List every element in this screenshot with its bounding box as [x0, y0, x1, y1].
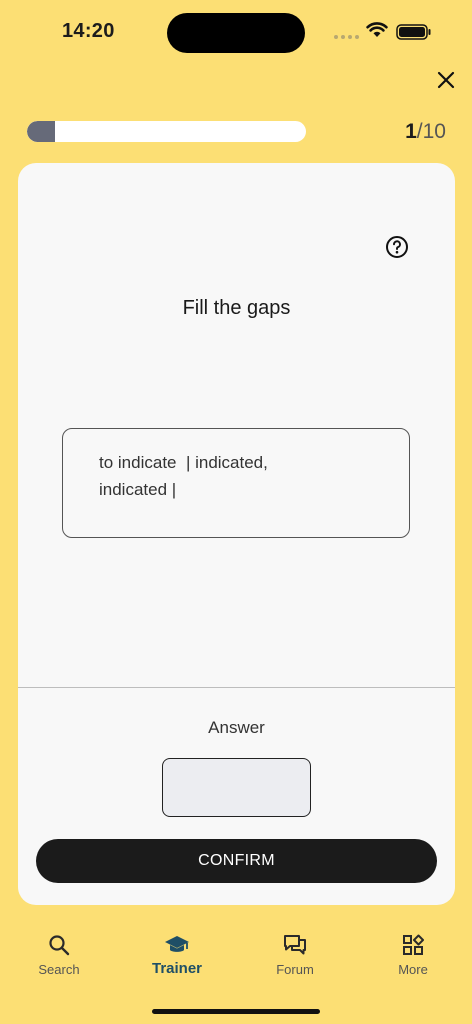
exercise-card: Fill the gaps to indicate | indicated, i…	[18, 163, 455, 905]
help-button[interactable]	[385, 235, 409, 259]
progress-counter: 1/10	[405, 120, 446, 144]
progress-current: 1	[405, 120, 417, 143]
wifi-icon	[366, 22, 388, 37]
cellular-signal-icon	[334, 35, 359, 39]
graduation-cap-icon	[165, 936, 189, 952]
grid-icon	[403, 934, 424, 955]
sentence-line: to indicate | indicated,	[99, 453, 268, 472]
tab-forum[interactable]: Forum	[236, 918, 354, 988]
progress-total: /10	[416, 120, 446, 143]
search-icon	[49, 935, 70, 956]
tab-label: Trainer	[151, 960, 203, 977]
answer-input[interactable]	[162, 758, 311, 817]
battery-icon	[396, 24, 431, 40]
tab-search[interactable]: Search	[0, 918, 118, 988]
tab-label: Search	[38, 962, 80, 977]
home-indicator	[152, 1009, 320, 1014]
tab-more[interactable]: More	[354, 918, 472, 988]
task-title: Fill the gaps	[182, 297, 291, 319]
confirm-button[interactable]: CONFIRM	[36, 839, 437, 883]
progress-bar	[27, 121, 306, 142]
sentence-line: indicated |	[99, 480, 177, 499]
close-button[interactable]	[430, 64, 462, 96]
status-bar: 14:20	[0, 0, 472, 60]
tab-label: Forum	[276, 962, 314, 977]
dynamic-island	[167, 13, 305, 53]
chat-bubbles-icon	[284, 935, 306, 955]
question-circle-icon	[386, 236, 408, 258]
sentence-box: to indicate | indicated, indicated |	[62, 428, 410, 538]
divider	[18, 687, 455, 688]
progress-bar-fill	[27, 121, 55, 142]
tab-label: More	[398, 962, 428, 977]
answer-label: Answer	[208, 718, 265, 737]
close-icon	[437, 71, 455, 89]
status-time: 14:20	[62, 20, 115, 42]
tab-trainer[interactable]: Trainer	[118, 918, 236, 988]
tab-bar: Search Trainer Forum More	[0, 918, 472, 988]
